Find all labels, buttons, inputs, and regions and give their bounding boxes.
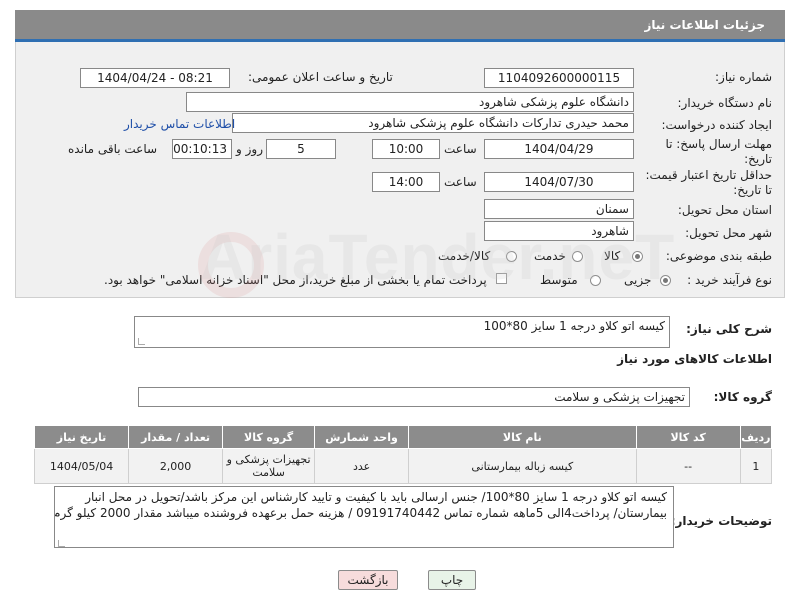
panel-header: جزئیات اطلاعات نیاز <box>15 10 785 42</box>
category-option-goods-service: کالا/خدمت <box>438 249 491 263</box>
notes-line-2: بیمارستان/ پرداخت4الی 5ماهه شماره تماس 0… <box>54 506 667 520</box>
table-row: 1 -- کیسه زباله بیمارستانی عدد تجهیزات پ… <box>33 448 773 484</box>
days-field: 5 <box>266 139 336 159</box>
process-radio-medium[interactable] <box>590 275 601 286</box>
category-option-service: خدمت <box>534 249 566 263</box>
category-label: طبقه بندی موضوعی: <box>665 249 772 263</box>
validity-time-label: ساعت <box>444 175 477 189</box>
validity-label: حداقل تاریخ اعتبار قیمت: <box>645 168 772 182</box>
validity-label-2: تا تاریخ: <box>733 183 772 197</box>
payment-checkbox[interactable] <box>496 273 507 284</box>
notes-field: کیسه اتو کلاو درجه 1 سایز 80*100/ جنس ار… <box>54 486 674 548</box>
col-quantity: تعداد / مقدار <box>128 425 224 449</box>
city-field: شاهرود <box>484 221 634 241</box>
payment-note: پرداخت تمام یا بخشی از مبلغ خرید،از محل … <box>104 273 487 287</box>
summary-text: کیسه اتو کلاو درجه 1 سایز 80*100 <box>483 319 665 333</box>
province-field: سمنان <box>484 199 634 219</box>
cell-name: کیسه زباله بیمارستانی <box>408 448 637 484</box>
items-table: ردیف کد کالا نام کالا واحد شمارش گروه کا… <box>33 425 773 484</box>
creator-label: ایجاد کننده درخواست: <box>661 118 772 132</box>
announce-label: تاریخ و ساعت اعلان عمومی: <box>248 70 393 84</box>
table-header-row: ردیف کد کالا نام کالا واحد شمارش گروه کا… <box>33 425 773 449</box>
goods-group-field: تجهیزات پزشکی و سلامت <box>138 387 690 407</box>
city-label: شهر محل تحویل: <box>685 226 772 240</box>
print-button[interactable]: چاپ <box>428 570 476 590</box>
creator-field: محمد حیدری تدارکات دانشگاه علوم پزشکی شا… <box>232 113 634 133</box>
remaining-time-field: 00:10:13 <box>172 139 232 159</box>
cell-row: 1 <box>739 448 773 484</box>
summary-label: شرح کلی نیاز: <box>686 322 772 336</box>
process-option-medium: متوسط <box>540 273 578 287</box>
summary-resize-grip[interactable] <box>138 338 145 345</box>
need-number-label: شماره نیاز: <box>715 70 772 84</box>
cell-date: 1404/05/04 <box>33 448 130 484</box>
deadline-time-label: ساعت <box>444 142 477 156</box>
notes-line-1: کیسه اتو کلاو درجه 1 سایز 80*100/ جنس ار… <box>85 490 667 504</box>
col-code: کد کالا <box>635 425 741 449</box>
buyer-contact-link[interactable]: اطلاعات تماس خریدار <box>124 117 235 131</box>
category-radio-goods-service[interactable] <box>506 251 517 262</box>
goods-group-label: گروه کالا: <box>713 390 772 404</box>
back-button[interactable]: بازگشت <box>338 570 398 590</box>
cell-code: -- <box>635 448 741 484</box>
summary-field: کیسه اتو کلاو درجه 1 سایز 80*100 <box>134 316 670 348</box>
col-name: نام کالا <box>408 425 637 449</box>
notes-resize-grip[interactable] <box>58 540 65 547</box>
cell-group: تجهیزات پزشکی و سلامت <box>222 448 316 484</box>
category-radio-goods[interactable] <box>632 251 643 262</box>
deadline-label: مهلت ارسال پاسخ: تا <box>665 137 772 151</box>
announce-field: 1404/04/24 - 08:21 <box>80 68 230 88</box>
cell-quantity: 2,000 <box>128 448 224 484</box>
category-option-goods: کالا <box>604 249 621 263</box>
col-date: تاریخ نیاز <box>33 425 130 449</box>
process-option-minor: جزیی <box>624 273 652 287</box>
notes-label: توضیحات خریدار: <box>670 514 772 528</box>
panel-title: جزئیات اطلاعات نیاز <box>644 18 765 32</box>
col-group: گروه کالا <box>222 425 316 449</box>
province-label: استان محل تحویل: <box>677 203 772 217</box>
category-radio-service[interactable] <box>572 251 583 262</box>
col-unit: واحد شمارش <box>314 425 410 449</box>
validity-date-field: 1404/07/30 <box>484 172 634 192</box>
buyer-org-field: دانشگاه علوم پزشکی شاهرود <box>186 92 634 112</box>
validity-time-field: 14:00 <box>372 172 440 192</box>
process-label: نوع فرآیند خرید : <box>687 273 772 287</box>
col-row: ردیف <box>739 425 773 449</box>
deadline-date-field: 1404/04/29 <box>484 139 634 159</box>
cell-unit: عدد <box>314 448 410 484</box>
buyer-org-label: نام دستگاه خریدار: <box>677 96 773 110</box>
deadline-label-2: تاریخ: <box>744 152 772 166</box>
remaining-label: ساعت باقی مانده <box>68 142 158 156</box>
days-label: روز و <box>236 142 263 156</box>
deadline-time-field: 10:00 <box>372 139 440 159</box>
goods-section-title: اطلاعات کالاهای مورد نیاز <box>617 352 772 366</box>
process-radio-minor[interactable] <box>660 275 671 286</box>
need-number-field: 1104092600000115 <box>484 68 634 88</box>
